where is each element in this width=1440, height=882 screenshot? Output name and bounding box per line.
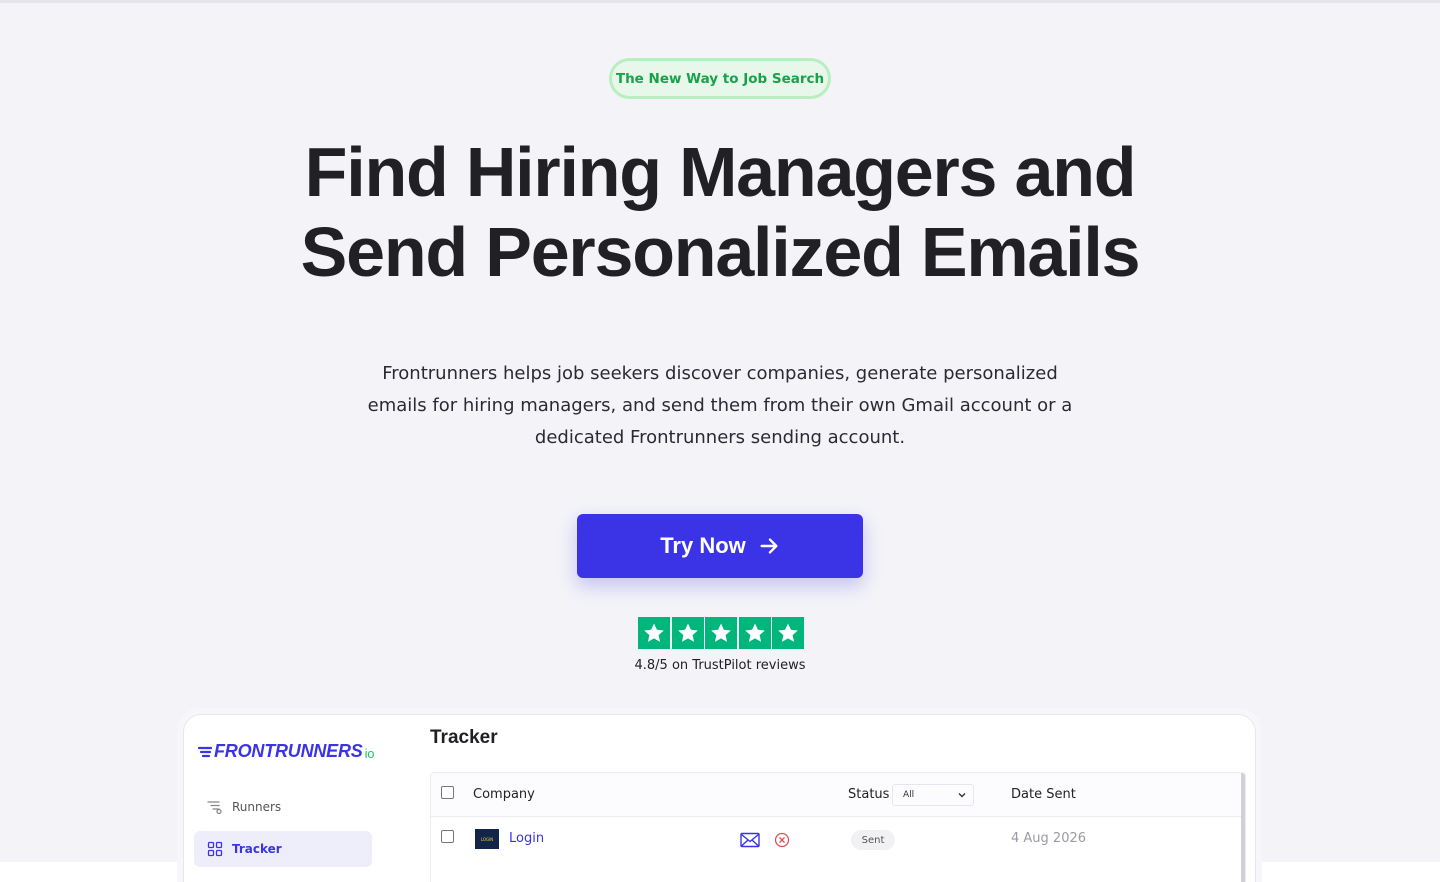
headline-line-2: Send Personalized Emails — [300, 213, 1141, 291]
table-scrollbar[interactable] — [1241, 773, 1245, 882]
sidebar-item-label: Tracker — [232, 842, 282, 856]
table-header: Company Status All Date Sent — [431, 773, 1245, 817]
try-now-button[interactable]: Try Now — [577, 514, 863, 578]
tracker-title: Tracker — [430, 727, 498, 748]
speed-lines-icon — [198, 746, 212, 757]
star-icon — [738, 617, 771, 649]
select-all-checkbox[interactable] — [441, 786, 454, 799]
status-filter-select[interactable]: All — [892, 784, 974, 806]
row-checkbox[interactable] — [441, 830, 454, 843]
cancel-circle-icon[interactable] — [774, 832, 790, 848]
company-logo: LOGIN — [475, 829, 499, 849]
logo-suffix: io — [364, 746, 375, 761]
chevron-down-icon — [958, 793, 966, 798]
runners-icon — [207, 801, 222, 815]
column-company: Company — [473, 787, 535, 802]
top-border — [0, 0, 1440, 3]
arrow-right-icon — [760, 538, 778, 554]
column-date-sent: Date Sent — [1011, 787, 1076, 802]
app-preview: FRONTRUNNERS io Runners Tracker Tracker … — [183, 714, 1256, 882]
tracker-table: Company Status All Date Sent LOGIN Login… — [430, 772, 1246, 882]
date-sent: 4 Aug 2026 — [1011, 831, 1087, 846]
star-icon — [705, 617, 737, 649]
hero-headline: Find Hiring Managers and Send Personaliz… — [0, 132, 1440, 292]
column-status: Status — [848, 787, 890, 802]
table-row[interactable]: LOGIN Login Sent 4 Aug 2026 — [431, 817, 1245, 861]
company-name-link[interactable]: Login — [509, 831, 544, 846]
sidebar-item-tracker[interactable]: Tracker — [194, 831, 372, 867]
grid-icon — [207, 841, 223, 857]
mail-icon[interactable] — [740, 832, 760, 848]
star-icon — [638, 617, 670, 649]
trustpilot-rating-text: 4.8/5 on TrustPilot reviews — [634, 658, 806, 673]
logo-text: FRONTRUNNERS — [214, 741, 363, 761]
status-filter-value: All — [903, 790, 915, 800]
app-sidebar: FRONTRUNNERS io Runners Tracker — [184, 715, 384, 882]
try-now-label: Try Now — [660, 533, 746, 558]
star-icon — [671, 617, 704, 649]
frontrunners-logo[interactable]: FRONTRUNNERS io — [198, 741, 375, 762]
headline-line-1: Find Hiring Managers and — [304, 133, 1137, 211]
star-icon — [772, 617, 804, 649]
hero-description: Frontrunners helps job seekers discover … — [367, 363, 1073, 448]
status-badge: Sent — [851, 830, 895, 850]
tagline-badge: The New Way to Job Search — [609, 58, 831, 99]
sidebar-item-runners[interactable]: Runners — [194, 789, 372, 825]
trustpilot-stars — [638, 617, 804, 649]
sidebar-item-label: Runners — [232, 800, 282, 814]
